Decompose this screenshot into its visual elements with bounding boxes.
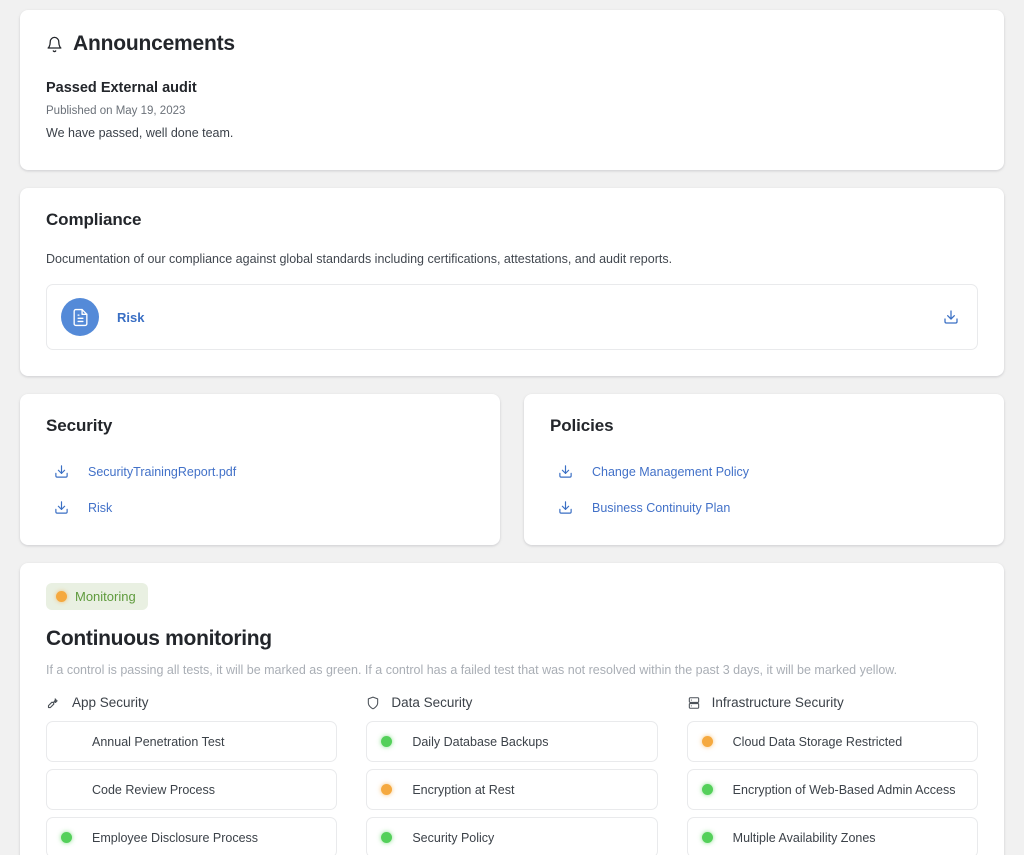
status-dot-icon <box>61 784 72 795</box>
list-item[interactable]: SecurityTrainingReport.pdf <box>46 464 474 479</box>
control-label: Code Review Process <box>92 782 215 797</box>
control-label: Encryption of Web-Based Admin Access <box>732 782 956 797</box>
column-header-label: Infrastructure Security <box>711 695 844 710</box>
announcement-body: We have passed, well done team. <box>46 126 234 140</box>
announcement-title: Passed External audit <box>46 80 197 96</box>
control-label: Security Policy <box>412 830 495 845</box>
status-dot-icon <box>701 736 713 747</box>
status-dot-icon <box>701 784 713 795</box>
page-root: Announcements Passed External audit Publ… <box>0 0 1024 855</box>
status-badge: Monitoring <box>46 583 148 610</box>
security-heading: Security <box>46 416 113 435</box>
announcement-date: Published on May 19, 2023 <box>46 105 186 117</box>
monitoring-column-app-security: App Security Annual Penetration Test Cod… <box>46 695 338 855</box>
download-icon[interactable] <box>46 500 72 515</box>
download-icon[interactable] <box>943 309 959 325</box>
control-label: Encryption at Rest <box>412 782 515 797</box>
status-dot-icon <box>701 832 713 843</box>
documents-columns: Security SecurityTrainingReport.pdf Risk <box>20 394 1004 545</box>
file-link[interactable]: Risk <box>88 501 112 515</box>
control-label: Employee Disclosure Process <box>92 830 259 845</box>
download-icon[interactable] <box>46 464 72 479</box>
control-label: Annual Penetration Test <box>92 734 225 749</box>
status-dot-icon <box>56 591 67 602</box>
monitoring-title: Continuous monitoring <box>46 627 272 650</box>
column-header: Infrastructure Security <box>687 695 978 710</box>
monitoring-column-data-security: Data Security Daily Database Backups Enc… <box>366 695 658 855</box>
status-dot-icon <box>61 832 72 843</box>
file-link[interactable]: Change Management Policy <box>592 465 749 479</box>
control-row[interactable]: Multiple Availability Zones <box>686 817 978 855</box>
control-row[interactable]: Encryption of Web-Based Admin Access <box>686 769 978 810</box>
page-title: Announcements <box>73 32 235 55</box>
status-dot-icon <box>381 832 393 843</box>
control-row[interactable]: Encryption at Rest <box>366 769 658 810</box>
column-header: Data Security <box>366 695 657 710</box>
column-header: App Security <box>46 695 337 710</box>
policies-card: Policies Change Management Policy Busine… <box>524 394 1004 545</box>
control-row[interactable]: Code Review Process <box>46 769 338 810</box>
shield-icon <box>366 696 380 710</box>
file-link[interactable]: Business Continuity Plan <box>592 501 730 515</box>
control-label: Daily Database Backups <box>412 734 549 749</box>
document-icon <box>61 298 99 336</box>
monitoring-column-infrastructure-security: Infrastructure Security Cloud Data Stora… <box>686 695 978 855</box>
control-row[interactable]: Employee Disclosure Process <box>46 817 338 855</box>
control-row[interactable]: Annual Penetration Test <box>46 721 338 762</box>
announcements-header: Announcements <box>46 32 978 56</box>
monitoring-description: If a control is passing all tests, it wi… <box>46 663 898 677</box>
column-header-label: Data Security <box>391 695 473 710</box>
compliance-document-row[interactable]: Risk <box>46 284 978 350</box>
announcements-card: Announcements Passed External audit Publ… <box>20 10 1004 170</box>
control-label: Multiple Availability Zones <box>732 830 876 845</box>
column-header-label: App Security <box>72 695 149 710</box>
control-row[interactable]: Security Policy <box>366 817 658 855</box>
file-link[interactable]: SecurityTrainingReport.pdf <box>88 465 236 479</box>
compliance-description: Documentation of our compliance against … <box>46 252 673 266</box>
status-dot-icon <box>381 784 393 795</box>
policies-heading: Policies <box>550 416 614 435</box>
status-badge-label: Monitoring <box>75 589 136 604</box>
list-item[interactable]: Business Continuity Plan <box>550 500 978 515</box>
compliance-document-label[interactable]: Risk <box>117 310 144 325</box>
wrench-icon <box>46 695 61 710</box>
download-icon[interactable] <box>550 464 576 479</box>
list-item[interactable]: Risk <box>46 500 474 515</box>
server-icon <box>687 696 701 710</box>
control-label: Cloud Data Storage Restricted <box>732 734 903 749</box>
continuous-monitoring-card: Monitoring Continuous monitoring If a co… <box>20 563 1004 855</box>
compliance-heading: Compliance <box>46 210 142 229</box>
list-item[interactable]: Change Management Policy <box>550 464 978 479</box>
bell-icon <box>46 36 63 53</box>
status-dot-icon <box>381 736 393 747</box>
security-card: Security SecurityTrainingReport.pdf Risk <box>20 394 500 545</box>
compliance-card: Compliance Documentation of our complian… <box>20 188 1004 376</box>
monitoring-grid: App Security Annual Penetration Test Cod… <box>46 695 978 855</box>
control-row[interactable]: Daily Database Backups <box>366 721 658 762</box>
control-row[interactable]: Cloud Data Storage Restricted <box>686 721 978 762</box>
status-dot-icon <box>61 736 72 747</box>
download-icon[interactable] <box>550 500 576 515</box>
